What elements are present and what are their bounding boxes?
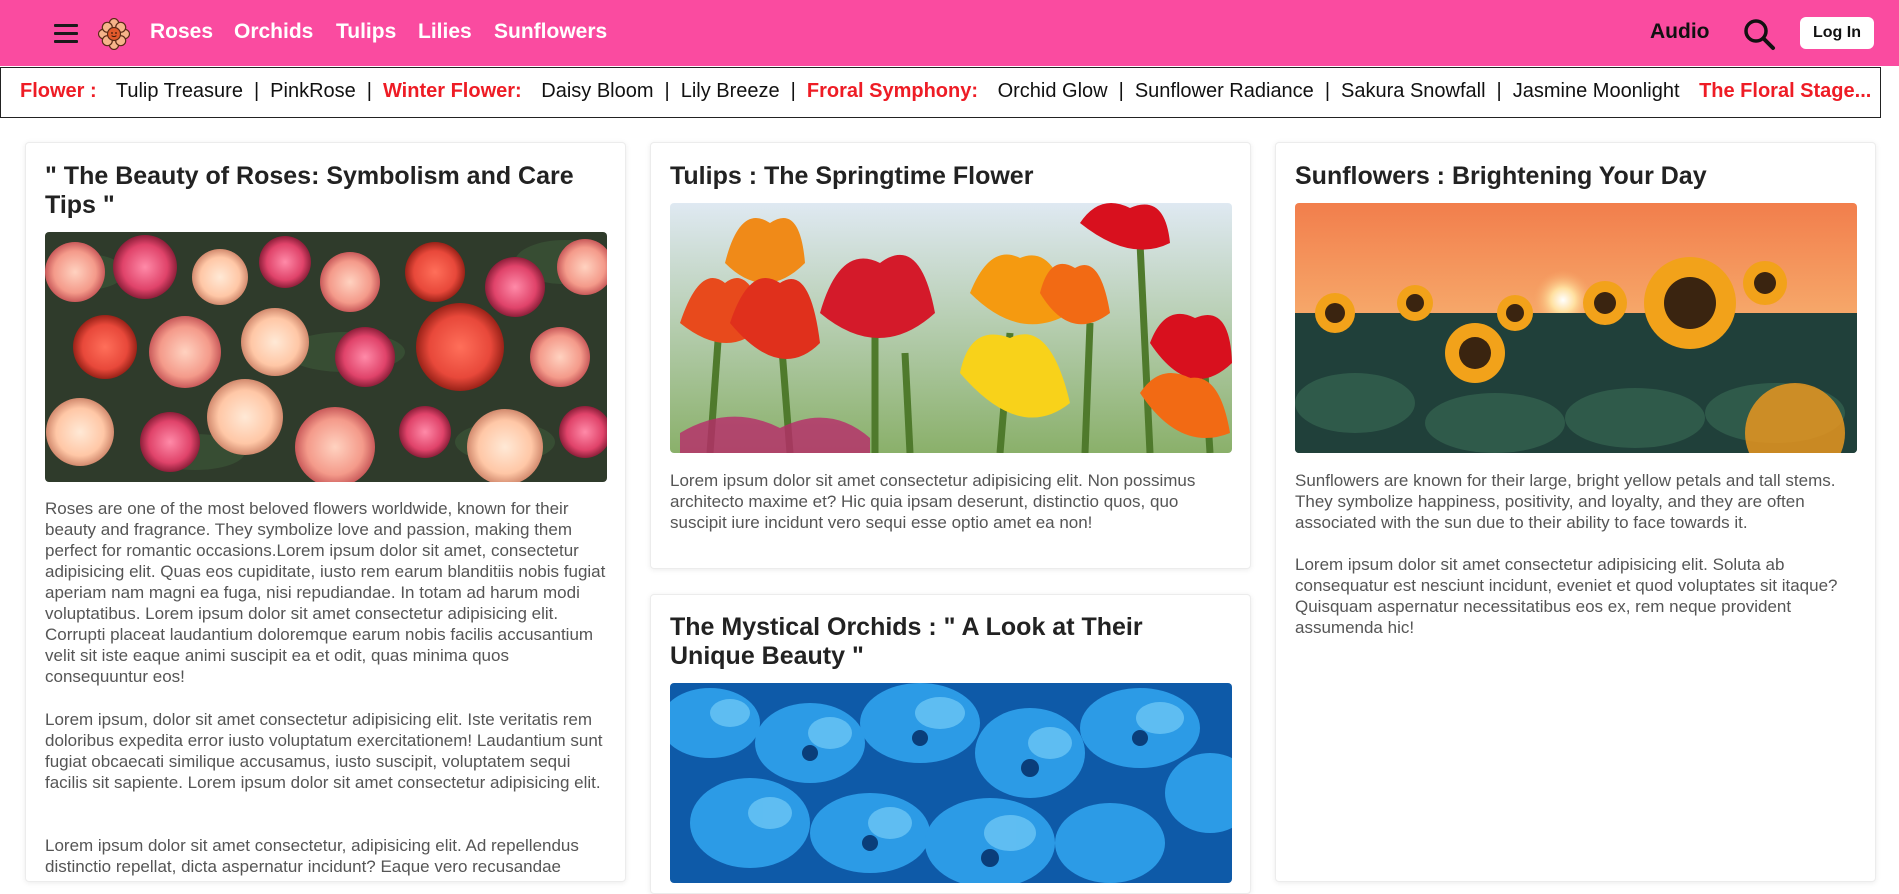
ticker-item[interactable]: Jasmine Moonlight: [1513, 80, 1680, 102]
ticker-separator: |: [1496, 80, 1502, 102]
nav-link-tulips[interactable]: Tulips: [336, 20, 396, 44]
page-edge: [1882, 67, 1899, 868]
nav-link-sunflowers[interactable]: Sunflowers: [494, 20, 607, 44]
top-navbar: Roses Orchids Tulips Lilies Sunflowers A…: [0, 0, 1899, 66]
ticker-separator: |: [1118, 80, 1124, 102]
ticker-content: Flower : Tulip Treasure | PinkRose | Winter …: [20, 80, 1871, 103]
nav-link-roses[interactable]: Roses: [150, 20, 213, 44]
sunflowers-image: [1295, 203, 1857, 453]
card-text: Sunflowers are known for their large, br…: [1295, 471, 1836, 532]
ticker-separator: |: [253, 80, 260, 102]
ticker-item[interactable]: Tulip Treasure: [116, 80, 243, 102]
ticker-separator: |: [664, 80, 670, 102]
card-title: The Mystical Orchids : " A Look at Their…: [670, 613, 1143, 670]
article-card-sunflowers: Sunflowers : Brightening Your Day Sunflo…: [1275, 142, 1876, 882]
login-button[interactable]: Log In: [1800, 17, 1874, 49]
nav-link-orchids[interactable]: Orchids: [234, 20, 313, 44]
ticker-category: Winter Flower:: [382, 80, 522, 102]
article-card-tulips: Tulips : The Springtime Flower Lorem ips…: [650, 142, 1251, 569]
ticker-separator: |: [1324, 80, 1331, 102]
card-text: Lorem ipsum dolor sit amet consectetur, …: [45, 836, 579, 876]
ticker-item[interactable]: Lily Breeze: [681, 80, 780, 102]
ticker-item[interactable]: Sunflower Radiance: [1135, 80, 1314, 102]
nav-link-lilies[interactable]: Lilies: [418, 20, 472, 44]
flower-logo[interactable]: [98, 18, 130, 50]
card-text: Roses are one of the most beloved flower…: [45, 499, 606, 686]
ticker-category: The Floral Stage...: [1699, 80, 1872, 102]
flower-ticker: Flower : Tulip Treasure | PinkRose | Winter …: [0, 67, 1881, 118]
ticker-item[interactable]: Orchid Glow: [998, 80, 1108, 102]
ticker-item[interactable]: Daisy Bloom: [541, 80, 653, 102]
ticker-separator: |: [790, 80, 796, 102]
card-title: Tulips : The Springtime Flower: [670, 162, 1034, 190]
card-text: Lorem ipsum dolor sit amet consectetur a…: [670, 471, 1196, 532]
card-title: " The Beauty of Roses: Symbolism and Car…: [45, 162, 574, 219]
roses-image: [45, 232, 607, 482]
tulips-image: [670, 203, 1232, 453]
orchids-image: [670, 683, 1232, 883]
ticker-category: Flower :: [20, 80, 97, 102]
card-text: Lorem ipsum dolor sit amet consectetur a…: [1295, 555, 1838, 637]
article-card-orchids: The Mystical Orchids : " A Look at Their…: [650, 594, 1251, 894]
article-card-roses: " The Beauty of Roses: Symbolism and Car…: [25, 142, 626, 882]
ticker-category: Froral Symphony:: [806, 80, 979, 102]
card-title: Sunflowers : Brightening Your Day: [1295, 162, 1707, 190]
ticker-item[interactable]: PinkRose: [270, 80, 356, 102]
search-icon[interactable]: [1742, 17, 1776, 51]
hamburger-icon[interactable]: [52, 21, 80, 45]
ticker-item[interactable]: Sakura Snowfall: [1341, 80, 1486, 102]
audio-link[interactable]: Audio: [1650, 20, 1709, 44]
ticker-separator: |: [366, 80, 372, 102]
card-text: Lorem ipsum, dolor sit amet consectetur …: [45, 710, 603, 792]
